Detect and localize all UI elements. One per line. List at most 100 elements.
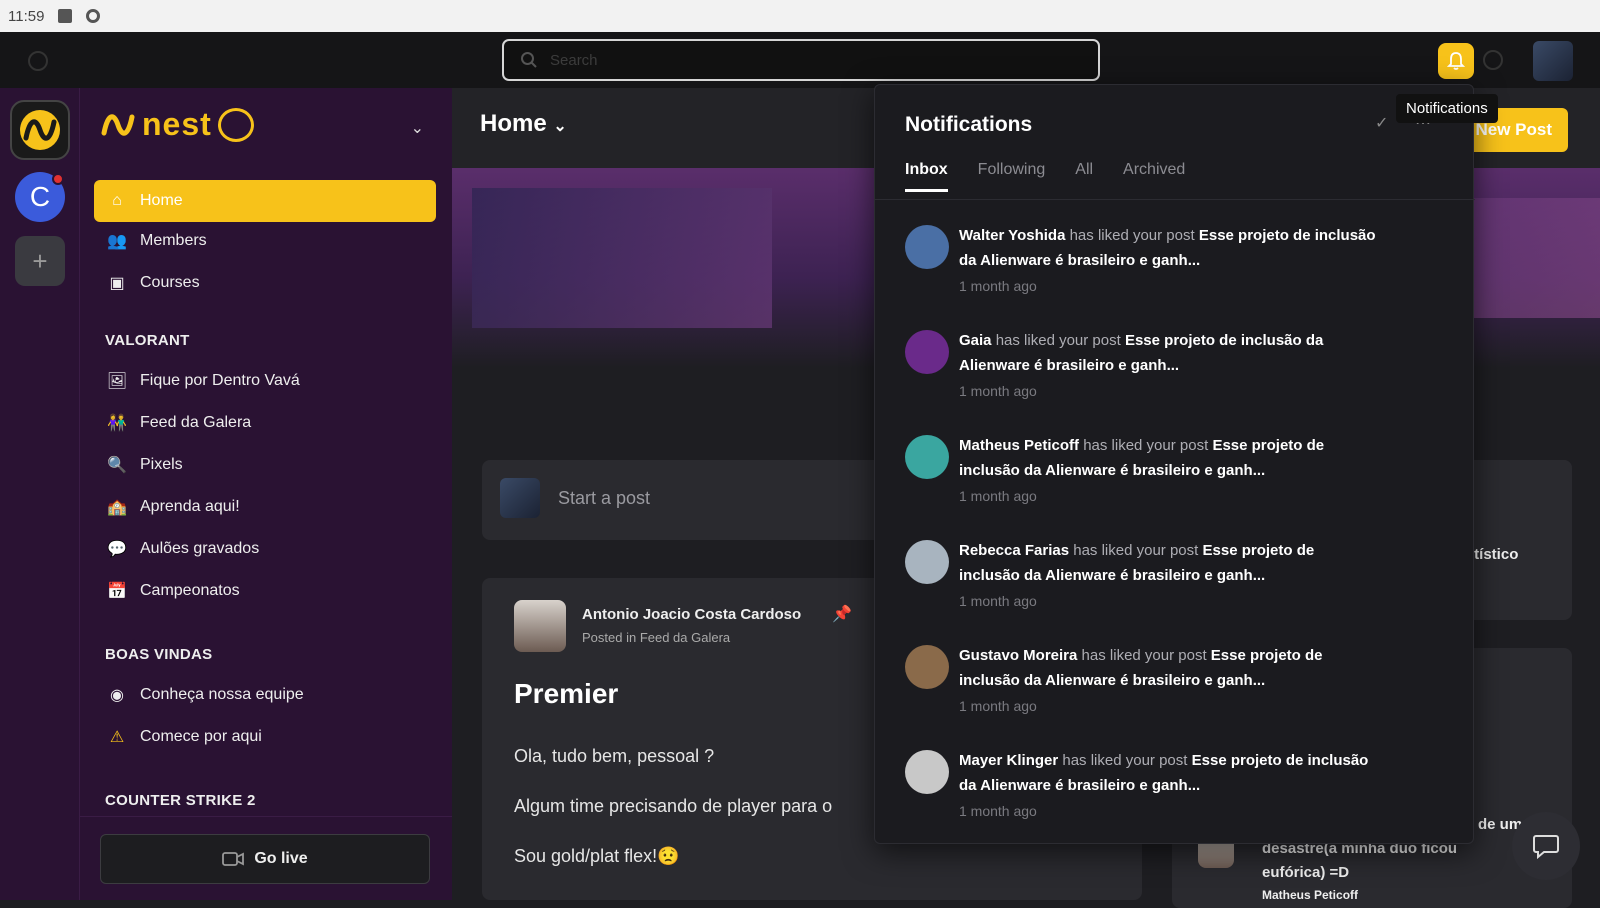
sidebar-item-label: Aprenda aqui! xyxy=(140,498,240,515)
notification-action: has liked your post xyxy=(1062,752,1188,769)
nest-logo-button[interactable] xyxy=(10,100,70,160)
mascot-icon xyxy=(217,107,254,142)
sidebar-item-campeonatos[interactable]: 📅 Campeonatos xyxy=(94,570,436,612)
tab-inbox[interactable]: Inbox xyxy=(905,161,948,192)
sidebar-item-label: Aulões gravados xyxy=(140,540,260,557)
sidebar-item-pixels[interactable]: 🔍 Pixels xyxy=(94,444,436,486)
notification-item[interactable]: Gaia has liked your post Esse projeto de… xyxy=(905,328,1455,428)
sidebar-item-label: Conheça nossa equipe xyxy=(140,686,304,703)
notifications-title: Notifications xyxy=(905,113,1033,136)
system-status-bar: 11:59 xyxy=(0,0,1600,32)
divider xyxy=(875,199,1475,200)
notification-text: Gustavo Moreira has liked your post Esse… xyxy=(959,643,1379,693)
calendar-icon xyxy=(58,9,73,23)
news-icon: 🖼 xyxy=(106,373,128,390)
post-body-line: Ola, tudo bem, pessoal ? xyxy=(514,746,715,766)
go-live-label: Go live xyxy=(254,850,308,867)
sidebar-item-label: Fique por Dentro Vavá xyxy=(140,372,300,389)
sidebar-item-courses[interactable]: ▣ Courses xyxy=(94,262,436,304)
search-box[interactable] xyxy=(502,39,1100,81)
notification-text: Walter Yoshida has liked your post Esse … xyxy=(959,223,1379,273)
notification-time: 1 month ago xyxy=(959,803,1037,819)
notification-user: Gustavo Moreira xyxy=(959,647,1078,664)
bell-icon xyxy=(1447,52,1465,70)
post-body-line: Sou gold/plat flex!😟 xyxy=(514,846,680,866)
sidebar-item-aprenda-aqui[interactable]: 🏫 Aprenda aqui! xyxy=(94,486,436,528)
add-community-button[interactable]: + xyxy=(15,236,65,286)
notification-item[interactable]: Mayer Klinger has liked your post Esse p… xyxy=(905,748,1455,848)
tab-archived[interactable]: Archived xyxy=(1123,161,1185,192)
chevron-down-icon: ⌄ xyxy=(553,118,567,135)
community-brand[interactable]: nest xyxy=(100,106,254,143)
sidebar-item-home[interactable]: ⌂ Home xyxy=(94,180,436,222)
shield-icon xyxy=(86,9,101,23)
sidebar-item-auloes-gravados[interactable]: 💬 Aulões gravados xyxy=(94,528,436,570)
banner-art xyxy=(472,188,772,328)
tab-following[interactable]: Following xyxy=(978,161,1046,192)
section-title: BOAS VINDAS xyxy=(105,646,213,663)
user-avatar[interactable] xyxy=(1533,41,1573,81)
author-avatar[interactable] xyxy=(514,600,566,652)
chat-bubble-icon xyxy=(1533,835,1559,859)
notifications-panel: Notifications ✓ ⋯ Inbox Following All Ar… xyxy=(874,84,1475,844)
notification-action: has liked your post xyxy=(1069,227,1195,244)
notification-user: Gaia xyxy=(959,332,992,349)
notifications-button[interactable] xyxy=(1438,43,1474,79)
magnifier-icon: 🔍 xyxy=(107,457,127,474)
community-c-button[interactable]: C xyxy=(15,172,65,222)
sidebar-item-conheca-nossa-equipe[interactable]: ◉ Conheça nossa equipe xyxy=(94,674,436,716)
sidebar-item-fique-por-dentro[interactable]: 🖼 Fique por Dentro Vavá xyxy=(94,360,436,402)
notification-item[interactable]: Matheus Peticoff has liked your post Ess… xyxy=(905,433,1455,533)
notification-text: Rebecca Farias has liked your post Esse … xyxy=(959,538,1379,588)
unread-badge xyxy=(52,173,64,185)
chat-button[interactable] xyxy=(1512,812,1580,880)
go-live-button[interactable]: Go live xyxy=(100,834,430,884)
nest-logo-icon xyxy=(20,110,60,150)
post-title[interactable]: Premier xyxy=(514,678,618,710)
banner-art xyxy=(1452,198,1600,318)
notification-item[interactable]: Walter Yoshida has liked your post Esse … xyxy=(905,223,1455,323)
notification-time: 1 month ago xyxy=(959,488,1037,504)
chevron-down-icon[interactable]: ⌄ xyxy=(411,118,424,138)
notification-item[interactable]: Gustavo Moreira has liked your post Esse… xyxy=(905,643,1455,743)
nest-brand-icon xyxy=(101,113,135,136)
notification-time: 1 month ago xyxy=(959,698,1037,714)
sidebar-item-comece-por-aqui[interactable]: ⚠ Comece por aqui xyxy=(94,716,436,758)
divider xyxy=(80,816,452,817)
page-title[interactable]: Home ⌄ xyxy=(480,110,567,138)
community-rail: C + xyxy=(0,88,80,900)
clock: 11:59 xyxy=(8,7,45,25)
notification-avatar xyxy=(905,750,949,794)
page-title-label: Home xyxy=(480,110,547,137)
book-icon: ▣ xyxy=(109,275,125,292)
top-bar xyxy=(0,32,1600,88)
notification-item[interactable]: Rebecca Farias has liked your post Esse … xyxy=(905,538,1455,638)
sidebar-item-label: Campeonatos xyxy=(140,582,240,599)
notification-text: Matheus Peticoff has liked your post Ess… xyxy=(959,433,1379,483)
tab-all[interactable]: All xyxy=(1075,161,1093,192)
notification-user: Walter Yoshida xyxy=(959,227,1066,244)
notification-avatar xyxy=(905,225,949,269)
community-initial: C xyxy=(29,181,51,212)
calendar-icon: 📅 xyxy=(107,583,127,600)
search-input[interactable] xyxy=(550,51,1050,69)
notification-avatar xyxy=(905,330,949,374)
warning-icon: ⚠ xyxy=(109,729,125,746)
sidebar-item-members[interactable]: 👥 Members xyxy=(94,220,436,262)
notification-action: has liked your post xyxy=(995,332,1121,349)
notification-avatar xyxy=(905,645,949,689)
school-icon: 🏫 xyxy=(107,499,127,516)
composer-avatar xyxy=(500,478,540,518)
side-card-text: eufórica) =D xyxy=(1262,864,1350,881)
sidebar-item-feed-da-galera[interactable]: 👫 Feed da Galera xyxy=(94,402,436,444)
mark-all-read-icon[interactable]: ✓ xyxy=(1375,113,1388,133)
messages-icon[interactable] xyxy=(1483,50,1503,70)
author-name[interactable]: Antonio Joacio Costa Cardoso xyxy=(582,606,801,623)
sidebar: nest ⌄ ⌂ Home 👥 Members ▣ Courses VALORA… xyxy=(80,88,452,900)
post-meta[interactable]: Posted in Feed da Galera xyxy=(582,630,730,645)
notification-time: 1 month ago xyxy=(959,278,1037,294)
notification-tabs: Inbox Following All Archived xyxy=(905,161,1185,192)
sidebar-item-label: Courses xyxy=(140,274,200,291)
notification-user: Mayer Klinger xyxy=(959,752,1059,769)
menu-icon[interactable] xyxy=(28,51,48,71)
